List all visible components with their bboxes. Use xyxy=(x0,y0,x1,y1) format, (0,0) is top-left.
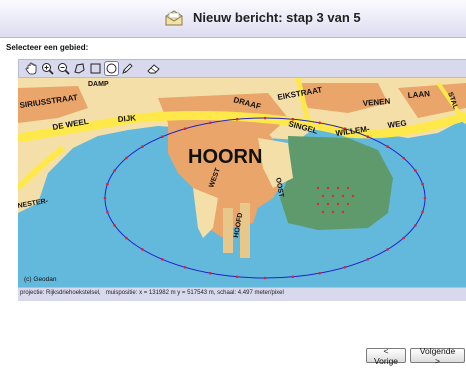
status-text: projectie: Rijksdriehoekstelsel, muispos… xyxy=(20,290,284,296)
selection-point[interactable] xyxy=(343,266,347,269)
zoom-in-icon[interactable] xyxy=(41,62,54,75)
selection-point[interactable] xyxy=(386,145,389,148)
pan-hand-icon[interactable] xyxy=(25,62,38,75)
selection-point[interactable] xyxy=(160,135,164,138)
previous-button[interactable]: < Vorige xyxy=(366,346,406,366)
selection-point[interactable] xyxy=(113,169,116,172)
selection-point[interactable] xyxy=(366,258,370,261)
freehand-tool-icon[interactable] xyxy=(121,62,134,75)
selection-point[interactable] xyxy=(183,127,187,130)
city-label-hoorn: HOORN xyxy=(188,146,262,168)
selection-point[interactable] xyxy=(125,156,128,160)
next-button[interactable]: Volgende > xyxy=(410,346,465,366)
selection-point[interactable] xyxy=(318,271,322,275)
map-statusbar: projectie: Rijksdriehoekstelsel, muispos… xyxy=(18,287,466,301)
selection-point[interactable] xyxy=(386,248,389,251)
street-label-damp: DAMP xyxy=(88,81,109,88)
map-canvas[interactable]: SIRIUSSTRAAT DE WEEL DIJK DRAAF EIKSTRAA… xyxy=(18,78,466,287)
selection-point[interactable] xyxy=(209,121,212,125)
selection-point[interactable] xyxy=(414,169,417,172)
street-label-dijk: DIJK xyxy=(117,113,136,124)
selection-point[interactable] xyxy=(113,224,116,227)
selection-point[interactable] xyxy=(291,275,295,279)
selection-point[interactable] xyxy=(423,196,427,200)
window-title: Nieuw bericht: stap 3 van 5 xyxy=(193,10,361,25)
selection-point[interactable] xyxy=(263,276,267,280)
selection-point[interactable] xyxy=(125,236,128,240)
zoom-out-icon[interactable] xyxy=(57,62,70,75)
window-titlebar: Nieuw bericht: stap 3 van 5 xyxy=(0,0,466,38)
selection-point[interactable] xyxy=(160,258,164,261)
selection-point[interactable] xyxy=(141,145,144,148)
rectangle-tool-icon[interactable] xyxy=(89,62,102,75)
selection-point[interactable] xyxy=(209,271,212,275)
selection-point[interactable] xyxy=(414,224,417,227)
selection-point[interactable] xyxy=(106,182,109,186)
selection-point[interactable] xyxy=(366,135,370,138)
selection-point[interactable] xyxy=(402,156,405,160)
selection-point[interactable] xyxy=(235,275,239,279)
envelope-icon xyxy=(165,10,183,26)
status-scale: schaal: 4.497 meter/pixel xyxy=(217,290,284,296)
instruction-label: Selecteer een gebied: xyxy=(6,43,89,52)
selection-point[interactable] xyxy=(103,196,107,200)
selection-point[interactable] xyxy=(263,116,267,120)
status-mouse-position: muispositie: x = 131982 m y = 517543 m, xyxy=(105,290,216,296)
polygon-tool-icon[interactable] xyxy=(73,62,86,75)
map-view[interactable]: SIRIUSSTRAAT DE WEEL DIJK DRAAF EIKSTRAA… xyxy=(18,78,466,287)
map-copyright: (c) Geodan xyxy=(24,276,57,283)
selection-point[interactable] xyxy=(421,182,424,186)
selection-point[interactable] xyxy=(402,236,405,240)
circle-tool-icon[interactable] xyxy=(104,61,119,76)
eraser-icon[interactable] xyxy=(147,62,160,75)
selection-point[interactable] xyxy=(183,266,187,269)
map-toolbar xyxy=(18,59,466,78)
selection-point[interactable] xyxy=(106,210,109,214)
selection-point[interactable] xyxy=(318,121,322,125)
selection-point[interactable] xyxy=(141,248,144,251)
status-projection: projectie: Rijksdriehoekstelsel, xyxy=(20,290,101,296)
selection-point[interactable] xyxy=(421,210,424,214)
selection-point[interactable] xyxy=(235,117,239,121)
